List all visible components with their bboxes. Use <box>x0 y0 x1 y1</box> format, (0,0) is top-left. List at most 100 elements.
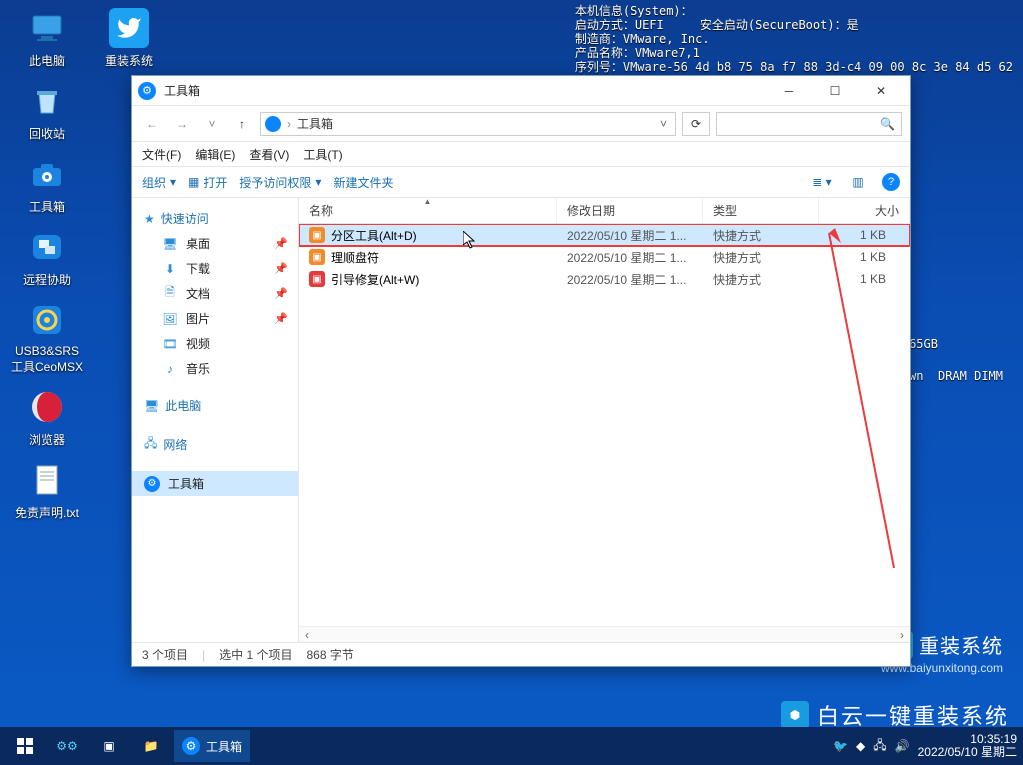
usb-icon <box>27 300 67 340</box>
titlebar[interactable]: ⚙ 工具箱 ─ ☐ ✕ <box>132 76 910 106</box>
desktop-icon-label: 此电脑 <box>29 52 65 69</box>
cmd-open[interactable]: ▦打开 <box>188 174 227 191</box>
help-button[interactable]: ? <box>882 173 900 191</box>
forward-button[interactable]: → <box>170 112 194 136</box>
nav-toolbar: ← → ˅ ↑ › 工具箱 ˅ ⟳ 🔍 <box>132 106 910 142</box>
toolbox-icon: ⚙ <box>144 476 160 492</box>
back-button[interactable]: ← <box>140 112 164 136</box>
tray-clock[interactable]: 10:35:19 2022/05/10 星期二 <box>918 733 1017 759</box>
sidebar-item-videos[interactable]: 🎞视频 <box>132 331 298 356</box>
scroll-left-icon[interactable]: ‹ <box>299 628 315 642</box>
desktop-icon-browser[interactable]: 浏览器 <box>8 387 86 448</box>
taskbar-gears[interactable]: ⚙⚙ <box>48 730 86 762</box>
file-row[interactable]: ▣分区工具(Alt+D) 2022/05/10 星期二 1... 快捷方式 1 … <box>299 224 910 246</box>
view-mode-button[interactable]: ≣ ▾ <box>810 170 834 194</box>
file-date: 2022/05/10 星期二 1... <box>557 271 703 288</box>
folder-icon: 📁 <box>144 739 159 753</box>
taskbar-app-label: 工具箱 <box>206 738 242 755</box>
scroll-right-icon[interactable]: › <box>894 628 910 642</box>
sidebar-network[interactable]: 🖧网络 <box>132 430 298 459</box>
status-count: 3 个项目 <box>142 646 188 663</box>
sidebar-item-downloads[interactable]: ⬇下载📌 <box>132 256 298 281</box>
desktop-icon-label: 重装系统 <box>105 52 153 69</box>
recent-dropdown[interactable]: ˅ <box>200 112 224 136</box>
command-bar: 组织▾ ▦打开 授予访问权限▾ 新建文件夹 ≣ ▾ ▥ ? <box>132 166 910 198</box>
cmd-organize[interactable]: 组织▾ <box>142 174 176 191</box>
desktop-icon-label: 免责声明.txt <box>15 504 79 521</box>
gears-icon: ⚙⚙ <box>56 739 78 753</box>
sidebar-item-music[interactable]: ♪音乐 <box>132 356 298 381</box>
sidebar-toolbox[interactable]: ⚙工具箱 <box>132 471 298 496</box>
sort-asc-icon: ▲ <box>424 197 432 206</box>
start-button[interactable] <box>6 730 44 762</box>
system-tray[interactable]: 🐦 ◆ 🖧 🔊 10:35:19 2022/05/10 星期二 <box>833 733 1017 759</box>
preview-pane-button[interactable]: ▥ <box>846 170 870 194</box>
search-box[interactable]: 🔍 <box>716 112 902 136</box>
desktop-icon-recyclebin[interactable]: 回收站 <box>8 81 86 142</box>
breadcrumb-sep: › <box>287 117 291 131</box>
col-name[interactable]: ▲名称 <box>299 198 557 223</box>
shortcut-icon: ▣ <box>309 249 325 265</box>
up-button[interactable]: ↑ <box>230 112 254 136</box>
taskbar-terminal[interactable]: ▣ <box>90 730 128 762</box>
pin-icon: 📌 <box>274 237 288 250</box>
col-type[interactable]: 类型 <box>703 198 819 223</box>
pics-icon: 🖼 <box>162 311 178 327</box>
pc-icon: 🖥 <box>144 399 159 413</box>
file-type: 快捷方式 <box>703 271 819 288</box>
hscrollbar[interactable]: ‹› <box>299 626 910 642</box>
desktop-icon: 🖥 <box>162 236 178 252</box>
txt-icon <box>27 460 67 500</box>
col-size[interactable]: 大小 <box>819 198 910 223</box>
taskbar-explorer[interactable]: 📁 <box>132 730 170 762</box>
refresh-button[interactable]: ⟳ <box>682 112 710 136</box>
menu-edit[interactable]: 编辑(E) <box>195 146 235 163</box>
desktop-icon-reinstall-wrap: 重装系统 <box>90 8 168 69</box>
address-dropdown[interactable]: ˅ <box>656 117 671 131</box>
desktop-icon-disclaimer[interactable]: 免责声明.txt <box>8 460 86 521</box>
tray-twitter-icon[interactable]: 🐦 <box>833 739 848 753</box>
close-button[interactable]: ✕ <box>858 77 904 105</box>
system-info-overlay: 本机信息(System)： 启动方式：UEFI 安全启动(SecureBoot)… <box>575 4 1013 74</box>
desktop-icon-thispc[interactable]: 此电脑 <box>8 8 86 69</box>
file-list-pane: ▲名称 修改日期 类型 大小 ▣分区工具(Alt+D) 2022/05/10 星… <box>299 198 910 642</box>
cmd-grant-access[interactable]: 授予访问权限▾ <box>239 174 321 191</box>
chevron-down-icon: ▾ <box>170 175 176 189</box>
menu-view[interactable]: 查看(V) <box>249 146 289 163</box>
minimize-button[interactable]: ─ <box>766 77 812 105</box>
file-row[interactable]: ▣理顺盘符 2022/05/10 星期二 1... 快捷方式 1 KB <box>299 246 910 268</box>
pin-icon: 📌 <box>274 262 288 275</box>
sidebar-thispc[interactable]: 🖥此电脑 <box>132 393 298 418</box>
file-date: 2022/05/10 星期二 1... <box>557 227 703 244</box>
nav-sidebar: ★快速访问 🖥桌面📌 ⬇下载📌 🗎文档📌 🖼图片📌 🎞视频 ♪音乐 🖥此电脑 🖧… <box>132 198 299 642</box>
breadcrumb[interactable]: 工具箱 <box>297 115 333 132</box>
tray-volume-icon[interactable]: 🔊 <box>895 739 910 753</box>
desktop-icon-usb[interactable]: USB3&SRS 工具CeoMSX <box>8 300 86 375</box>
desktop-icons: 此电脑 回收站 工具箱 远程协助 USB3&SRS 工具CeoMSX 浏览器 免… <box>8 8 86 521</box>
sidebar-quick-access[interactable]: ★快速访问 <box>132 206 298 231</box>
tray-network-icon[interactable]: 🖧 <box>873 736 886 757</box>
desktop-icon-remote[interactable]: 远程协助 <box>8 227 86 288</box>
desktop-icon-label: 回收站 <box>29 125 65 142</box>
video-icon: 🎞 <box>162 336 178 352</box>
desktop-icon-toolbox[interactable]: 工具箱 <box>8 154 86 215</box>
maximize-button[interactable]: ☐ <box>812 77 858 105</box>
file-row[interactable]: ▣引导修复(Alt+W) 2022/05/10 星期二 1... 快捷方式 1 … <box>299 268 910 290</box>
extra-info-overlay: z :65GB own DRAM DIMM <box>902 240 1003 384</box>
tray-shield-icon[interactable]: ◆ <box>856 739 865 753</box>
taskbar-toolbox[interactable]: ⚙ 工具箱 <box>174 730 250 762</box>
sidebar-item-pictures[interactable]: 🖼图片📌 <box>132 306 298 331</box>
menu-file[interactable]: 文件(F) <box>142 146 181 163</box>
file-type: 快捷方式 <box>703 227 819 244</box>
file-type: 快捷方式 <box>703 249 819 266</box>
sidebar-item-desktop[interactable]: 🖥桌面📌 <box>132 231 298 256</box>
music-icon: ♪ <box>162 361 178 377</box>
file-size: 1 KB <box>819 272 910 286</box>
col-date[interactable]: 修改日期 <box>557 198 703 223</box>
toolbox-icon: ⚙ <box>182 737 200 755</box>
menu-tools[interactable]: 工具(T) <box>303 146 342 163</box>
desktop-icon-reinstall[interactable]: 重装系统 <box>90 8 168 69</box>
cmd-new-folder[interactable]: 新建文件夹 <box>333 174 393 191</box>
sidebar-item-documents[interactable]: 🗎文档📌 <box>132 281 298 306</box>
address-bar[interactable]: › 工具箱 ˅ <box>260 112 676 136</box>
